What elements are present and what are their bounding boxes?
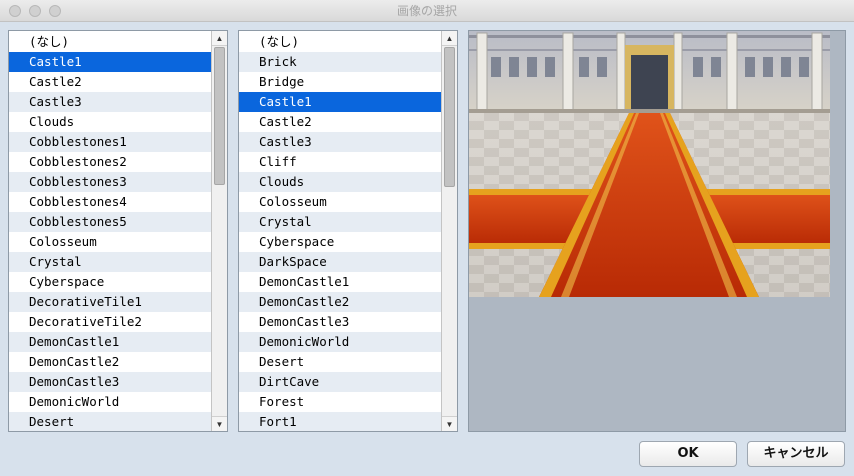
wall-list-scroll-thumb[interactable] bbox=[444, 47, 455, 187]
list-item[interactable]: Cliff bbox=[239, 152, 441, 172]
list-item[interactable]: DecorativeTile1 bbox=[9, 292, 211, 312]
list-item[interactable]: (なし) bbox=[9, 32, 211, 52]
list-item[interactable]: Cobblestones1 bbox=[9, 132, 211, 152]
list-item[interactable]: Brick bbox=[239, 52, 441, 72]
list-item[interactable]: Clouds bbox=[9, 112, 211, 132]
floor-image-list[interactable]: (なし) Castle1 Castle2 Castle3 Clouds Cobblesto… bbox=[8, 30, 228, 432]
scroll-down-arrow-icon[interactable]: ▼ bbox=[442, 416, 457, 431]
list-item[interactable]: Desert bbox=[239, 352, 441, 372]
window-titlebar: 画像の選択 bbox=[0, 0, 854, 22]
ok-button[interactable]: OK bbox=[639, 441, 737, 467]
list-item[interactable]: Crystal bbox=[9, 252, 211, 272]
list-item[interactable]: Forest bbox=[239, 392, 441, 412]
list-item[interactable]: DemonCastle1 bbox=[239, 272, 441, 292]
floor-image-rows: (なし) Castle1 Castle2 Castle3 Clouds Cobblesto… bbox=[9, 32, 211, 431]
list-item[interactable]: Castle3 bbox=[9, 92, 211, 112]
list-item[interactable]: Cobblestones5 bbox=[9, 212, 211, 232]
list-item[interactable]: DemonicWorld bbox=[239, 332, 441, 352]
list-item[interactable]: Colosseum bbox=[9, 232, 211, 252]
list-item[interactable]: Cyberspace bbox=[239, 232, 441, 252]
list-item[interactable]: DemonCastle3 bbox=[9, 372, 211, 392]
list-item[interactable]: Cobblestones3 bbox=[9, 172, 211, 192]
list-item[interactable]: DarkSpace bbox=[239, 252, 441, 272]
list-item[interactable]: Castle2 bbox=[9, 72, 211, 92]
scroll-up-arrow-icon[interactable]: ▲ bbox=[442, 31, 457, 46]
list-item[interactable]: Castle1 bbox=[9, 52, 211, 72]
list-item[interactable]: DemonCastle3 bbox=[239, 312, 441, 332]
window-title: 画像の選択 bbox=[396, 4, 457, 18]
list-item[interactable]: DecorativeTile2 bbox=[9, 312, 211, 332]
scroll-down-arrow-icon[interactable]: ▼ bbox=[212, 416, 227, 431]
list-item[interactable]: DirtCave bbox=[239, 372, 441, 392]
zoom-window-icon[interactable] bbox=[49, 5, 61, 17]
list-item[interactable]: Cobblestones4 bbox=[9, 192, 211, 212]
list-item[interactable]: DemonCastle1 bbox=[9, 332, 211, 352]
list-item[interactable]: Cyberspace bbox=[9, 272, 211, 292]
floor-list-scrollbar[interactable]: ▲ ▼ bbox=[211, 31, 227, 431]
list-item[interactable]: DemonicWorld bbox=[9, 392, 211, 412]
close-window-icon[interactable] bbox=[9, 5, 21, 17]
list-item[interactable]: Castle1 bbox=[239, 92, 441, 112]
list-item[interactable]: Castle2 bbox=[239, 112, 441, 132]
list-item[interactable]: DemonCastle2 bbox=[239, 292, 441, 312]
cancel-button[interactable]: キャンセル bbox=[747, 441, 845, 467]
wall-image-list[interactable]: (なし) Brick Bridge Castle1 Castle2 Castle3 Clif… bbox=[238, 30, 458, 432]
scroll-up-arrow-icon[interactable]: ▲ bbox=[212, 31, 227, 46]
list-item[interactable]: DemonCastle2 bbox=[9, 352, 211, 372]
list-item[interactable]: Castle3 bbox=[239, 132, 441, 152]
wall-image-rows: (なし) Brick Bridge Castle1 Castle2 Castle3 Clif… bbox=[239, 32, 441, 431]
image-preview-panel bbox=[468, 30, 846, 432]
list-item[interactable]: Bridge bbox=[239, 72, 441, 92]
list-item[interactable]: Clouds bbox=[239, 172, 441, 192]
list-item[interactable]: Crystal bbox=[239, 212, 441, 232]
preview-image bbox=[469, 31, 830, 297]
list-item[interactable]: Cobblestones2 bbox=[9, 152, 211, 172]
list-item[interactable]: Fort1 bbox=[239, 412, 441, 431]
list-item[interactable]: Colosseum bbox=[239, 192, 441, 212]
wall-list-scrollbar[interactable]: ▲ ▼ bbox=[441, 31, 457, 431]
floor-list-scroll-thumb[interactable] bbox=[214, 47, 225, 185]
list-item[interactable]: (なし) bbox=[239, 32, 441, 52]
minimize-window-icon[interactable] bbox=[29, 5, 41, 17]
list-item[interactable]: Desert bbox=[9, 412, 211, 431]
